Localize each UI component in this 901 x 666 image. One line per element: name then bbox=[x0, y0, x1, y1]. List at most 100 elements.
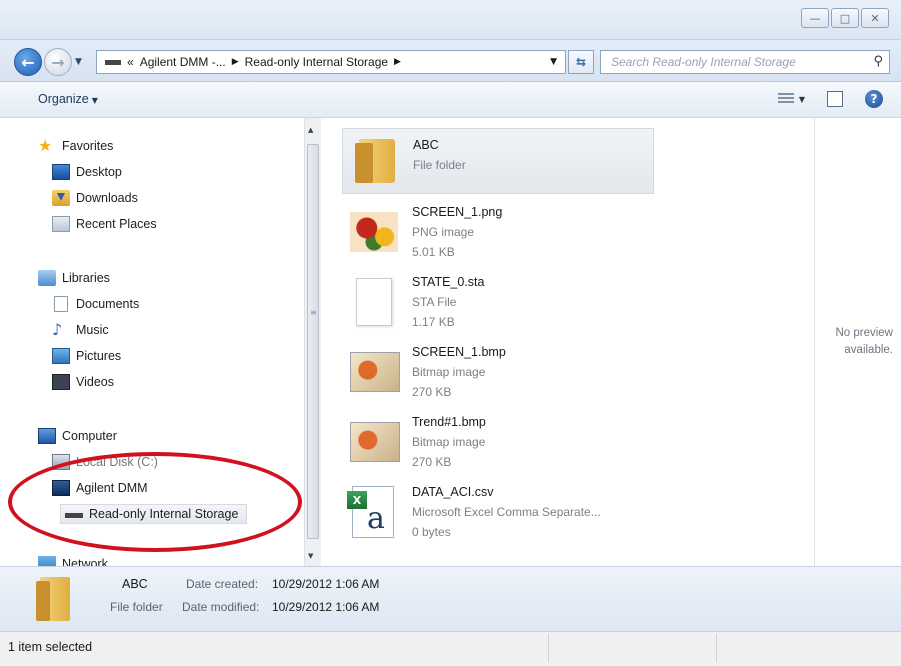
storage-drive-icon bbox=[65, 512, 83, 518]
computer-icon bbox=[38, 428, 56, 444]
png-image-icon bbox=[344, 202, 404, 262]
file-item[interactable]: Xa DATA_ACI.csv Microsoft Excel Comma Se… bbox=[342, 480, 654, 546]
nav-item-desktop[interactable]: Desktop bbox=[52, 164, 122, 180]
folder-icon bbox=[36, 577, 70, 621]
date-created-label: Date created: bbox=[186, 577, 259, 591]
nav-item-documents[interactable]: Documents bbox=[52, 296, 139, 312]
status-bar: 1 item selected bbox=[0, 632, 901, 666]
nav-favorites[interactable]: ★ Favorites bbox=[38, 138, 113, 154]
details-pane: ABC File folder Date created: 10/29/2012… bbox=[0, 566, 901, 632]
nav-item-read-only-internal-storage[interactable]: Read-only Internal Storage bbox=[60, 504, 248, 524]
file-type: Bitmap image bbox=[412, 365, 486, 379]
nav-item-videos[interactable]: Videos bbox=[52, 374, 114, 390]
close-button[interactable]: ✕ bbox=[861, 8, 889, 28]
navigation-scrollbar[interactable]: ▲ ≡ ▼ bbox=[304, 118, 321, 566]
videos-icon bbox=[52, 374, 70, 390]
file-size: 270 KB bbox=[412, 455, 452, 469]
nav-item-label: Downloads bbox=[76, 191, 138, 205]
file-item[interactable]: Trend#1.bmp Bitmap image 270 KB bbox=[342, 410, 654, 476]
scrollbar-thumb[interactable] bbox=[307, 144, 319, 539]
preview-message-line: available. bbox=[844, 344, 893, 356]
nav-item-label: Agilent DMM bbox=[76, 481, 148, 495]
details-name: ABC bbox=[122, 577, 148, 591]
file-type: Bitmap image bbox=[412, 435, 486, 449]
scrollbar-grip-icon: ≡ bbox=[310, 308, 317, 317]
network-icon bbox=[38, 556, 56, 566]
file-item[interactable]: STATE_0.sta STA File 1.17 KB bbox=[342, 270, 654, 336]
hard-disk-icon bbox=[52, 454, 70, 470]
nav-item-local-disk[interactable]: Local Disk (C:) bbox=[52, 454, 158, 470]
search-input[interactable] bbox=[611, 55, 851, 69]
status-divider bbox=[716, 634, 717, 662]
change-view-button[interactable]: ▼ bbox=[777, 93, 805, 105]
caption-buttons: — □ ✕ bbox=[801, 8, 889, 28]
desktop-icon bbox=[52, 164, 70, 180]
forward-button[interactable]: → bbox=[44, 48, 72, 76]
nav-libraries-label: Libraries bbox=[62, 271, 110, 285]
navigation-pane: ★ Favorites Desktop Downloads Recent Plac… bbox=[0, 118, 326, 566]
nav-item-agilent-dmm[interactable]: Agilent DMM bbox=[52, 480, 148, 496]
address-row: ← → ▼ « Agilent DMM -... ▶ Read-only Int… bbox=[0, 40, 901, 82]
nav-item-music[interactable]: ♪ Music bbox=[52, 322, 109, 338]
nav-network[interactable]: Network bbox=[38, 556, 108, 566]
nav-libraries[interactable]: Libraries bbox=[38, 270, 110, 286]
documents-icon bbox=[54, 296, 68, 312]
file-size: 1.17 KB bbox=[412, 315, 455, 329]
forward-arrow-icon: → bbox=[51, 52, 65, 72]
maximize-button[interactable]: □ bbox=[831, 8, 859, 28]
file-name: ABC bbox=[413, 138, 439, 152]
file-item[interactable]: SCREEN_1.png PNG image 5.01 KB bbox=[342, 200, 654, 266]
refresh-icon: ⇆ bbox=[575, 55, 587, 69]
nav-item-label: Local Disk (C:) bbox=[76, 455, 158, 469]
organize-menu[interactable]: Organize ▼ bbox=[38, 92, 98, 106]
nav-item-label: Music bbox=[76, 323, 109, 337]
recent-pages-dropdown[interactable]: ▼ bbox=[75, 57, 82, 67]
search-box[interactable]: ⚲ bbox=[600, 50, 890, 74]
back-button[interactable]: ← bbox=[14, 48, 42, 76]
preview-pane: No preview available. bbox=[814, 118, 901, 566]
breadcrumb-separator-icon[interactable]: ▶ bbox=[394, 57, 401, 67]
breadcrumb-separator-icon[interactable]: ▶ bbox=[232, 57, 239, 67]
minimize-button[interactable]: — bbox=[801, 8, 829, 28]
chevron-down-icon: ▼ bbox=[798, 94, 805, 104]
device-icon bbox=[52, 480, 70, 496]
status-text: 1 item selected bbox=[8, 640, 93, 654]
preview-message: No preview available. bbox=[815, 325, 893, 359]
search-icon[interactable]: ⚲ bbox=[873, 54, 883, 69]
file-type: PNG image bbox=[412, 225, 475, 239]
file-name: SCREEN_1.png bbox=[412, 205, 503, 219]
view-controls: ▼ ? bbox=[777, 90, 883, 108]
file-item[interactable]: SCREEN_1.bmp Bitmap image 270 KB bbox=[342, 340, 654, 406]
nav-item-recent-places[interactable]: Recent Places bbox=[52, 216, 157, 232]
status-divider bbox=[548, 634, 549, 662]
address-bar[interactable]: « Agilent DMM -... ▶ Read-only Internal … bbox=[96, 50, 566, 74]
file-type: Microsoft Excel Comma Separate... bbox=[412, 505, 601, 519]
file-item[interactable]: ABC File folder bbox=[342, 128, 654, 194]
nav-computer[interactable]: Computer bbox=[38, 428, 117, 444]
nav-item-downloads[interactable]: Downloads bbox=[52, 190, 138, 206]
refresh-button[interactable]: ⇆ bbox=[568, 50, 594, 74]
nav-item-label: Videos bbox=[76, 375, 114, 389]
date-created-value: 10/29/2012 1:06 AM bbox=[272, 577, 380, 591]
breadcrumb-internal-storage[interactable]: Read-only Internal Storage bbox=[245, 55, 388, 69]
nav-item-pictures[interactable]: Pictures bbox=[52, 348, 121, 364]
nav-item-label: Recent Places bbox=[76, 217, 157, 231]
file-type: File folder bbox=[413, 158, 466, 172]
nav-item-label: Documents bbox=[76, 297, 140, 311]
address-history-dropdown[interactable]: ▼ bbox=[550, 57, 557, 67]
breadcrumb-agilent-dmm[interactable]: Agilent DMM -... bbox=[140, 55, 226, 69]
recent-places-icon bbox=[52, 216, 70, 232]
scroll-down-icon[interactable]: ▼ bbox=[308, 552, 313, 560]
libraries-icon bbox=[38, 270, 56, 286]
scroll-up-icon[interactable]: ▲ bbox=[308, 126, 313, 134]
breadcrumb-overflow[interactable]: « bbox=[127, 55, 134, 69]
help-icon[interactable]: ? bbox=[865, 90, 883, 108]
chevron-down-icon: ▼ bbox=[91, 96, 98, 105]
file-list: ABC File folder SCREEN_1.png PNG image 5… bbox=[330, 118, 814, 566]
preview-pane-toggle-icon[interactable] bbox=[827, 91, 843, 107]
command-bar: Organize ▼ ▼ ? bbox=[0, 82, 901, 118]
file-size: 270 KB bbox=[412, 385, 452, 399]
pictures-icon bbox=[52, 348, 70, 364]
file-name: Trend#1.bmp bbox=[412, 415, 486, 429]
nav-item-label: Read-only Internal Storage bbox=[89, 507, 239, 521]
